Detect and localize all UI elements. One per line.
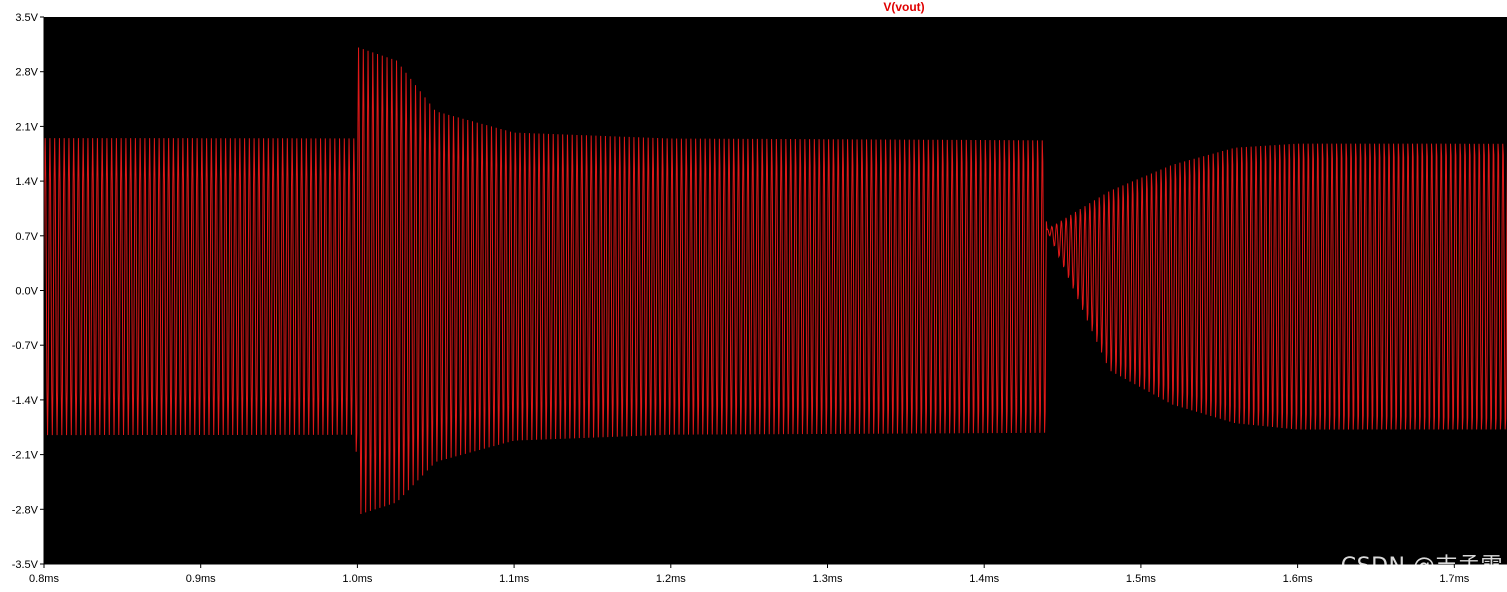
x-tick-label: 1.2ms [656, 573, 686, 585]
y-tick-label: 1.4V [15, 176, 38, 188]
x-tick-label: 1.6ms [1283, 573, 1313, 585]
waveform-viewer: 0.8ms 0.9ms 1.0ms 1.1ms 1.2ms 1.3ms 1.4ms 1.5ms… [0, 0, 1507, 592]
x-tick-label: 0.9ms [186, 573, 216, 585]
chart-svg: 0.8ms 0.9ms 1.0ms 1.1ms 1.2ms 1.3ms 1.4ms 1.5ms… [12, 0, 1507, 585]
x-tick-label: 0.8ms [29, 573, 59, 585]
y-tick-label: -0.7V [12, 340, 39, 352]
x-tick-label: 1.4ms [969, 573, 999, 585]
x-tick-label: 1.5ms [1126, 573, 1156, 585]
y-tick-label: -2.1V [12, 450, 39, 462]
y-axis-ticks: 3.5V 2.8V 2.1V 1.4V 0.7V 0.0V -0.7V -1.4V -2.1V -… [12, 12, 44, 571]
y-tick-label: -2.8V [12, 504, 39, 516]
y-tick-label: 0.7V [15, 231, 38, 243]
x-tick-label: 1.3ms [813, 573, 843, 585]
y-tick-label: 3.5V [15, 12, 38, 24]
y-tick-label: 2.1V [15, 121, 38, 133]
y-tick-label: -3.5V [12, 559, 39, 571]
trace-title[interactable]: V(vout) [883, 0, 924, 14]
y-tick-label: 2.8V [15, 67, 38, 79]
watermark-text: CSDN @吉孟雷 [1340, 554, 1503, 579]
x-tick-label: 1.1ms [499, 573, 529, 585]
x-tick-label: 1.0ms [342, 573, 372, 585]
x-axis-ticks: 0.8ms 0.9ms 1.0ms 1.1ms 1.2ms 1.3ms 1.4ms 1.5ms… [29, 564, 1470, 585]
y-tick-label: 0.0V [15, 286, 38, 298]
y-tick-label: -1.4V [12, 395, 39, 407]
